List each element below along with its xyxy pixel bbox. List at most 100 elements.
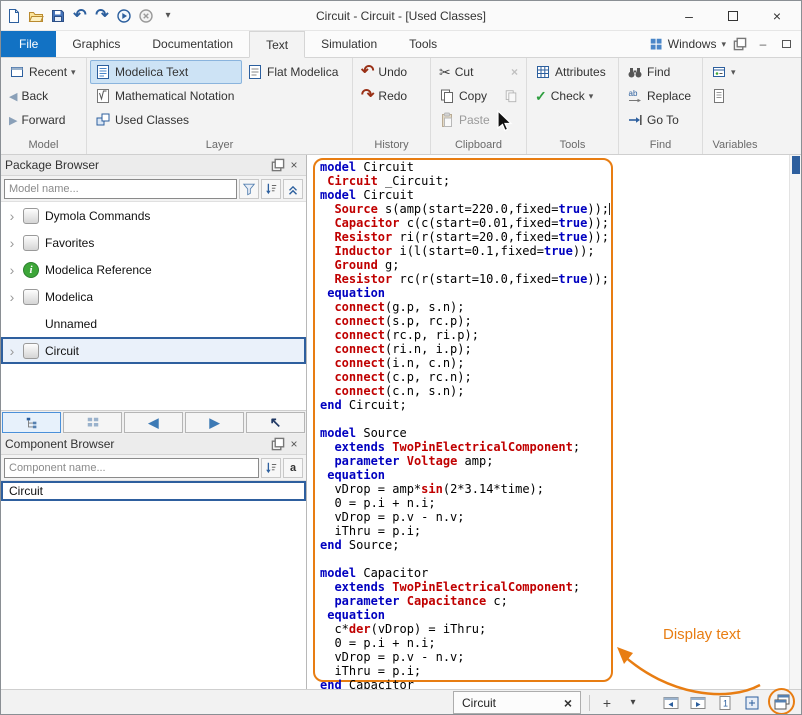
close-tab-icon[interactable]: × xyxy=(564,695,572,711)
replace-button[interactable]: ab Replace xyxy=(622,84,696,108)
code-area[interactable]: model Circuit Circuit _Circuit;model Cir… xyxy=(320,160,785,689)
variables-button[interactable]: ▾ xyxy=(706,60,741,84)
sort-button[interactable] xyxy=(261,179,281,199)
navigate-back-button[interactable]: ◀ xyxy=(124,412,183,433)
grid-view-button[interactable] xyxy=(63,412,122,433)
ribbon-group-history: ↶ Undo ↷ Redo History xyxy=(353,58,431,154)
component-item-circuit[interactable]: Circuit xyxy=(1,481,306,501)
display-text-button[interactable] xyxy=(771,691,793,713)
flat-modelica-button[interactable]: Flat Modelica xyxy=(242,60,343,84)
close-panel-button[interactable]: × xyxy=(286,157,302,173)
find-button[interactable]: Find xyxy=(622,60,696,84)
chevron-down-icon[interactable]: ▾ xyxy=(721,39,726,50)
close-panel-button[interactable]: × xyxy=(286,436,302,452)
float-panel-button[interactable] xyxy=(731,35,749,53)
filter-button[interactable] xyxy=(239,179,259,199)
variables-doc-button[interactable] xyxy=(706,84,741,108)
check-button[interactable]: ✓ Check ▾ xyxy=(530,84,611,108)
navigate-forward-button[interactable]: ▶ xyxy=(185,412,244,433)
package-search-input[interactable] xyxy=(4,179,237,199)
next-window-icon xyxy=(689,694,707,712)
chevron-down-icon: ▾ xyxy=(165,10,170,21)
undo-ribbon-button[interactable]: ↶ Undo xyxy=(356,60,412,84)
new-tab-button[interactable]: + xyxy=(598,693,616,713)
paste-icon xyxy=(439,112,455,128)
tab-file[interactable]: File xyxy=(1,31,56,57)
close-button[interactable]: × xyxy=(755,2,799,30)
editor-scrollbar[interactable] xyxy=(789,155,801,689)
mathematical-notation-button[interactable]: Mathematical Notation xyxy=(90,84,242,108)
chevron-right-icon[interactable]: › xyxy=(7,235,17,251)
windows-grid-icon xyxy=(649,37,663,51)
tab-documentation[interactable]: Documentation xyxy=(136,31,249,57)
float-panel-button[interactable] xyxy=(270,157,286,173)
tree-item-favorites[interactable]: ›Favorites xyxy=(1,229,306,256)
open-file-button[interactable] xyxy=(25,4,47,28)
redo-button[interactable]: ↷ xyxy=(91,4,113,28)
cut-button[interactable]: ✂ Cut × xyxy=(434,60,523,84)
chevron-right-icon[interactable]: › xyxy=(7,262,17,278)
goto-button[interactable]: Go To xyxy=(622,108,696,132)
maximize-button[interactable] xyxy=(711,2,755,30)
forward-button[interactable]: ▶ Forward xyxy=(4,108,81,132)
copy-button[interactable]: Copy xyxy=(434,84,523,108)
chevron-right-icon[interactable]: › xyxy=(7,289,17,305)
sort-button[interactable] xyxy=(261,458,281,478)
minimize-ribbon-button[interactable]: – xyxy=(754,35,772,53)
next-window-button[interactable] xyxy=(687,692,709,714)
undo-button[interactable]: ↶ xyxy=(69,4,91,28)
new-file-button[interactable] xyxy=(3,4,25,28)
float-panel-button[interactable] xyxy=(270,436,286,452)
single-window-button[interactable]: 1 xyxy=(714,692,736,714)
attributes-button[interactable]: Attributes xyxy=(530,60,611,84)
tree-item-circuit[interactable]: ›Circuit xyxy=(1,337,306,364)
tab-list-button[interactable]: ▾ xyxy=(624,693,642,713)
tree-item-modelica-reference[interactable]: ›iModelica Reference xyxy=(1,256,306,283)
code-line: connect(ri.n, i.p); xyxy=(320,342,785,356)
tree-item-unnamed[interactable]: Unnamed xyxy=(1,310,306,337)
code-line: parameter Capacitance c; xyxy=(320,594,785,608)
used-classes-icon xyxy=(95,112,111,128)
chevron-right-icon[interactable]: › xyxy=(7,343,17,359)
restore-panel-button[interactable] xyxy=(777,35,795,53)
menu-tab-bar: File Graphics Documentation Text Simulat… xyxy=(1,31,801,58)
minimize-button[interactable]: – xyxy=(667,2,711,30)
open-folder-icon xyxy=(28,8,44,24)
windows-menu-label[interactable]: Windows xyxy=(668,37,717,51)
scrollbar-thumb[interactable] xyxy=(792,156,800,174)
tree-item-label: Dymola Commands xyxy=(45,209,150,223)
tab-simulation[interactable]: Simulation xyxy=(305,31,393,57)
used-classes-button[interactable]: Used Classes xyxy=(90,108,242,132)
chevron-right-icon[interactable]: › xyxy=(7,208,17,224)
code-line: Capacitor c(c(start=0.01,fixed=true)); xyxy=(320,216,785,230)
save-button[interactable] xyxy=(47,4,69,28)
copy-label: Copy xyxy=(459,89,487,103)
redo-ribbon-button[interactable]: ↷ Redo xyxy=(356,84,412,108)
match-case-button[interactable]: a xyxy=(283,458,303,478)
fullscreen-button[interactable] xyxy=(741,692,763,714)
used-classes-label: Used Classes xyxy=(115,113,189,127)
run-button[interactable] xyxy=(113,4,135,28)
previous-window-button[interactable] xyxy=(660,692,682,714)
tab-graphics[interactable]: Graphics xyxy=(56,31,136,57)
save-icon xyxy=(50,8,66,24)
component-search-input[interactable] xyxy=(4,458,259,478)
tree-item-modelica[interactable]: ›Modelica xyxy=(1,283,306,310)
tab-tools[interactable]: Tools xyxy=(393,31,453,57)
back-button[interactable]: ◀ Back xyxy=(4,84,81,108)
tree-view-button[interactable] xyxy=(2,412,61,433)
modelica-text-button[interactable]: Modelica Text xyxy=(90,60,242,84)
stop-button[interactable] xyxy=(135,4,157,28)
collapse-all-button[interactable] xyxy=(283,179,303,199)
component-list: Circuit xyxy=(1,481,306,689)
customize-toolbar-button[interactable]: ▾ xyxy=(157,4,179,28)
recent-button[interactable]: Recent ▾ xyxy=(4,60,81,84)
cut-icon: ✂ xyxy=(439,64,451,81)
tree-item-dymola-commands[interactable]: › Dymola Commands xyxy=(1,202,306,229)
modelica-text-editor[interactable]: model Circuit Circuit _Circuit;model Cir… xyxy=(307,155,801,689)
go-to-top-button[interactable]: ↖ xyxy=(246,412,305,433)
document-tab-circuit[interactable]: Circuit × xyxy=(453,691,581,714)
tab-text[interactable]: Text xyxy=(249,31,305,58)
view-buttons: 1 xyxy=(660,690,795,715)
quick-access-toolbar: ↶ ↷ ▾ xyxy=(3,4,179,28)
